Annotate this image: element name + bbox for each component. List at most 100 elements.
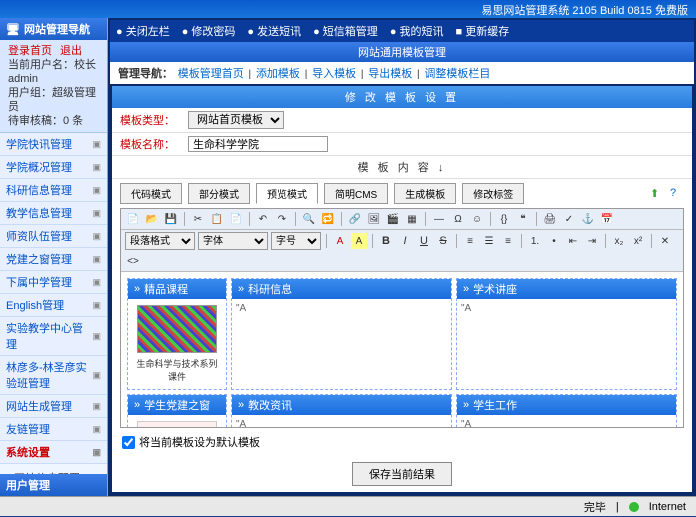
strike-icon[interactable]: S (435, 233, 451, 249)
subnav-link[interactable]: 调整模板栏目 (424, 68, 490, 80)
menu-item[interactable]: 学院概况管理▣ (0, 156, 107, 179)
sub-icon[interactable]: x₂ (611, 233, 627, 249)
cell-featured[interactable]: »精品课程 生命科学与技术系列课件 (127, 278, 227, 390)
print-icon[interactable]: 🖨 (542, 211, 558, 227)
cell-party[interactable]: »学生党建之窗 ★ (127, 394, 227, 427)
cell-student[interactable]: »学生工作 "A (456, 394, 677, 427)
user-mgmt-header[interactable]: 用户管理 (0, 474, 107, 496)
redo-icon[interactable]: ↷ (274, 211, 290, 227)
menu-item[interactable]: 下属中学管理▣ (0, 271, 107, 294)
color-icon[interactable]: A (332, 233, 348, 249)
cell-research[interactable]: »科研信息 "A (231, 278, 452, 390)
top-menu-item[interactable]: ■ 更新缓存 (456, 23, 510, 39)
toolbar-row-2: 段落格式 字体 字号 A A B I U S ≡ ☰ ≡ 1. (121, 230, 683, 272)
link-icon[interactable]: 🔗 (347, 211, 363, 227)
menu-item[interactable]: 党建之窗管理▣ (0, 248, 107, 271)
font-select[interactable]: 字体 (198, 232, 268, 250)
editor-canvas[interactable]: »精品课程 生命科学与技术系列课件 »科研信息 "A »学术讲座 "A »学 (121, 272, 683, 427)
tab-preview[interactable]: 预览模式 (256, 183, 318, 204)
replace-icon[interactable]: 🔁 (320, 211, 336, 227)
app-title: 易思网站管理系统 2105 Build 0815 免费版 (481, 2, 688, 16)
align-left-icon[interactable]: ≡ (462, 233, 478, 249)
menu-item[interactable]: 友链管理▣ (0, 418, 107, 441)
undo-icon[interactable]: ↶ (255, 211, 271, 227)
code-icon[interactable]: {} (496, 211, 512, 227)
open-icon[interactable]: 📂 (144, 211, 160, 227)
save-button[interactable]: 保存当前结果 (352, 462, 452, 486)
expand-icon[interactable]: ⬆ (650, 187, 664, 201)
name-input[interactable] (188, 136, 328, 152)
cell-lecture[interactable]: »学术讲座 "A (456, 278, 677, 390)
subnav-link[interactable]: 导入模板 (312, 68, 356, 80)
top-menu-item[interactable]: ● 发送短讯 (247, 23, 301, 39)
top-menu-item[interactable]: ● 关闭左栏 (116, 23, 170, 39)
help-icon[interactable]: ? (670, 187, 684, 201)
save-icon[interactable]: 💾 (163, 211, 179, 227)
bgcolor-icon[interactable]: A (351, 233, 367, 249)
date-icon[interactable]: 📅 (599, 211, 615, 227)
cell-reform[interactable]: »教改资讯 "A (231, 394, 452, 427)
copy-icon[interactable]: 📋 (209, 211, 225, 227)
check-icon[interactable]: ✓ (561, 211, 577, 227)
tab-modtag[interactable]: 修改标签 (462, 183, 524, 204)
sup-icon[interactable]: x² (630, 233, 646, 249)
indent-icon[interactable]: ⇥ (584, 233, 600, 249)
align-center-icon[interactable]: ☰ (481, 233, 497, 249)
content-area: ● 关闭左栏 ● 修改密码 ● 发送短讯 ● 短信箱管理 ● 我的短讯 ■ 更新… (108, 18, 696, 496)
source-icon[interactable]: <> (125, 253, 141, 269)
edit-panel: 修 改 模 板 设 置 模板类型： 网站首页模板 模板名称： 模 板 内 容 ↓… (112, 86, 692, 492)
page-crumb: 网站通用模板管理 (110, 42, 694, 62)
anchor-icon[interactable]: ⚓ (580, 211, 596, 227)
hr-icon[interactable]: — (431, 211, 447, 227)
bold-icon[interactable]: B (378, 233, 394, 249)
image-icon[interactable]: 🖼 (366, 211, 382, 227)
sys-header[interactable]: 系统设置▣ (0, 441, 107, 464)
tab-partial[interactable]: 部分模式 (188, 183, 250, 204)
user-info: 登录首页退出 当前用户名：校长admin 用户组：超级管理员 待审核稿：0 条 (0, 40, 107, 133)
new-icon[interactable]: 📄 (125, 211, 141, 227)
top-menu-item[interactable]: ● 我的短讯 (390, 23, 444, 39)
list-ul-icon[interactable]: • (546, 233, 562, 249)
outdent-icon[interactable]: ⇤ (565, 233, 581, 249)
italic-icon[interactable]: I (397, 233, 413, 249)
tab-gen[interactable]: 生成模板 (394, 183, 456, 204)
underline-icon[interactable]: U (416, 233, 432, 249)
menu-item[interactable]: 教学信息管理▣ (0, 202, 107, 225)
table-icon[interactable]: ▦ (404, 211, 420, 227)
menu-item[interactable]: 实验教学中心管理▣ (0, 317, 107, 356)
menu-item[interactable]: 科研信息管理▣ (0, 179, 107, 202)
tab-cms[interactable]: 简明CMS (324, 183, 388, 204)
subnav-link[interactable]: 添加模板 (256, 68, 300, 80)
menu-item[interactable]: 林彦多-林圣彦实验班管理▣ (0, 356, 107, 395)
media-icon[interactable]: 🎬 (385, 211, 401, 227)
emoji-icon[interactable]: ☺ (469, 211, 485, 227)
menu-item[interactable]: 网站生成管理▣ (0, 395, 107, 418)
menu-item[interactable]: 学院快讯管理▣ (0, 133, 107, 156)
cut-icon[interactable]: ✂ (190, 211, 206, 227)
top-menu-item[interactable]: ● 修改密码 (182, 23, 236, 39)
clean-icon[interactable]: ✕ (657, 233, 673, 249)
align-right-icon[interactable]: ≡ (500, 233, 516, 249)
submenu-item[interactable]: 网站信息配置 (0, 464, 107, 474)
default-checkbox[interactable] (122, 436, 135, 449)
menu-item[interactable]: English管理▣ (0, 294, 107, 317)
home-link[interactable]: 登录首页 (8, 45, 52, 57)
menu-item[interactable]: 师资队伍管理▣ (0, 225, 107, 248)
subnav-link[interactable]: 导出模板 (368, 68, 412, 80)
subnav-link[interactable]: 模板管理首页 (178, 68, 244, 80)
logout-link[interactable]: 退出 (60, 45, 82, 57)
net-text: Internet (649, 501, 686, 513)
top-menu-item[interactable]: ● 短信箱管理 (313, 23, 378, 39)
find-icon[interactable]: 🔍 (301, 211, 317, 227)
type-select[interactable]: 网站首页模板 (188, 111, 284, 129)
list-ol-icon[interactable]: 1. (527, 233, 543, 249)
paste-icon[interactable]: 📄 (228, 211, 244, 227)
quote-icon[interactable]: ❝ (515, 211, 531, 227)
char-icon[interactable]: Ω (450, 211, 466, 227)
sidebar: 🖥 网站管理导航 登录首页退出 当前用户名：校长admin 用户组：超级管理员 … (0, 18, 108, 496)
tab-code[interactable]: 代码模式 (120, 183, 182, 204)
window-titlebar: 易思网站管理系统 2105 Build 0815 免费版 (0, 0, 696, 18)
style-select[interactable]: 段落格式 (125, 232, 195, 250)
size-select[interactable]: 字号 (271, 232, 321, 250)
status-bar: 完毕 | Internet (0, 496, 696, 516)
